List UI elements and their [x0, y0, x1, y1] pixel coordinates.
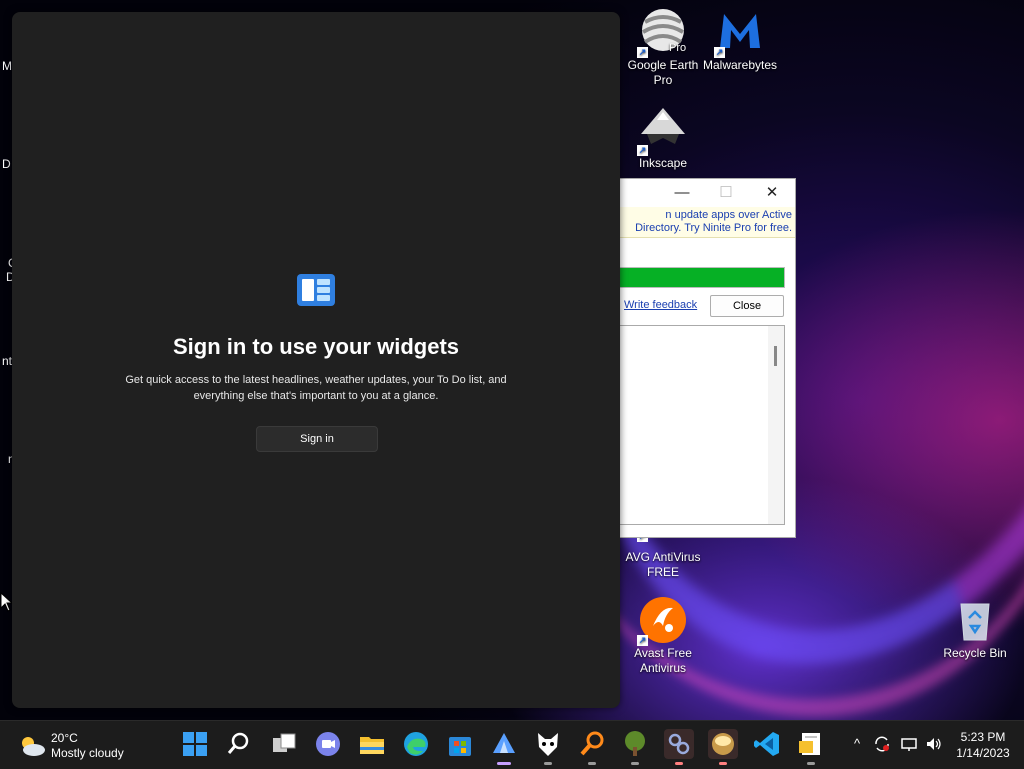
shortcut-arrow-icon: ↗	[637, 635, 648, 646]
fox-app-icon	[538, 733, 558, 756]
widgets-signin-description: Get quick access to the latest headlines…	[125, 374, 507, 402]
running-indicator	[719, 762, 727, 765]
tray-overflow-chevron[interactable]: ^	[848, 735, 866, 753]
cloudy-weather-icon	[22, 737, 45, 756]
install-progress-bar	[620, 267, 785, 288]
vscode-button[interactable]	[752, 729, 782, 759]
shortcut-arrow-icon: ↗	[637, 145, 648, 156]
minimize-button[interactable]: —	[672, 183, 692, 203]
desktop-icon-label: Recycle Bin	[943, 646, 1007, 660]
magnifier-app-icon	[580, 731, 604, 756]
inkscape-icon: ↗	[637, 106, 687, 156]
taskbar: 20°C Mostly cloudy ^ 5:23 PM 1/14/2023	[0, 720, 1024, 769]
search-icon	[227, 732, 249, 754]
pro-badge: Pro	[669, 42, 687, 54]
running-indicator	[631, 762, 639, 765]
desktop-icon-malwarebytes[interactable]: ↗ Malwarebytes	[700, 8, 780, 73]
widgets-panel: Sign in to use your widgets Get quick ac…	[12, 12, 620, 708]
banner-text: n update apps over Active Directory. Try…	[635, 209, 792, 234]
weather-widget[interactable]: 20°C Mostly cloudy	[18, 729, 138, 763]
task-view-icon	[273, 733, 296, 752]
clock-date: 1/14/2023	[956, 746, 1010, 760]
desktop-icon-recycle-bin[interactable]: Recycle Bin	[935, 596, 1015, 661]
widgets-logo-icon	[297, 274, 335, 306]
desktop-icon-label-partial: nt	[2, 354, 13, 368]
google-earth-icon: ↗ Pro	[637, 8, 687, 58]
volume-icon[interactable]	[925, 735, 943, 753]
active-indicator	[497, 762, 511, 765]
desktop-icon-google-earth-pro[interactable]: ↗ Pro Google Earth Pro	[623, 8, 703, 88]
edge-button[interactable]	[401, 729, 431, 759]
teams-chat-icon	[316, 732, 340, 756]
browser-button[interactable]	[708, 729, 738, 765]
browser-orb-icon	[712, 733, 734, 755]
store-button[interactable]	[445, 729, 475, 759]
desktop-icon-label-partial: D	[2, 157, 11, 171]
maximize-button[interactable]: ☐	[716, 183, 736, 203]
network-tool-icon	[668, 733, 690, 755]
network-icon[interactable]	[900, 735, 918, 753]
notepad-button[interactable]	[796, 729, 826, 765]
avast-icon: ↗	[637, 596, 687, 646]
desktop-icon-label-partial: M	[2, 59, 12, 73]
scrollbar-thumb[interactable]	[774, 346, 777, 366]
file-app-icon	[799, 733, 820, 755]
widgets-signin-title: Sign in to use your widgets	[172, 334, 460, 359]
malwarebytes-icon: ↗	[714, 8, 764, 58]
shortcut-arrow-icon: ↗	[637, 47, 648, 58]
ninite-pro-banner[interactable]: n update apps over Active Directory. Try…	[620, 207, 795, 238]
recycle-bin-icon	[951, 596, 999, 644]
desktop: M D C D nt n ↗ Pro Google Earth Pro ↗ Ma…	[0, 0, 1024, 720]
running-indicator	[807, 762, 815, 765]
everything-search-button[interactable]	[577, 729, 607, 765]
tree-app-button[interactable]	[620, 729, 650, 765]
foobar-button[interactable]	[533, 729, 563, 765]
desktop-icon-label: AVG AntiVirus FREE	[625, 550, 701, 579]
desktop-icon-inkscape[interactable]: ↗ Inkscape	[623, 106, 703, 171]
tree-icon	[625, 731, 645, 756]
task-view-button[interactable]	[269, 729, 299, 759]
install-log	[620, 325, 785, 525]
weather-condition: Mostly cloudy	[51, 746, 124, 760]
write-feedback-link[interactable]: Write feedback	[624, 299, 697, 311]
sync-icon[interactable]	[873, 735, 891, 753]
file-explorer-button[interactable]	[357, 729, 387, 759]
shortcut-arrow-icon: ↗	[714, 47, 725, 58]
chat-button[interactable]	[313, 729, 343, 759]
ninite-titlebar[interactable]: — ☐ ✕	[620, 179, 795, 207]
ninite-icon	[493, 733, 515, 753]
running-indicator	[675, 762, 683, 765]
running-indicator	[588, 762, 596, 765]
ninite-window: — ☐ ✕ n update apps over Active Director…	[620, 178, 796, 538]
folder-icon	[360, 737, 384, 754]
desktop-icon-label: Avast Free Antivirus	[634, 646, 692, 675]
desktop-icon-label: Google Earth Pro	[627, 58, 699, 87]
store-icon	[449, 737, 471, 756]
desktop-icon-label: Inkscape	[638, 156, 688, 170]
log-scrollbar[interactable]	[768, 326, 784, 524]
edge-browser-icon	[404, 732, 428, 756]
sign-in-button[interactable]: Sign in	[256, 426, 378, 452]
taskbar-clock[interactable]: 5:23 PM 1/14/2023	[950, 729, 1016, 761]
network-tool-button[interactable]	[664, 729, 694, 765]
desktop-icon-avast[interactable]: ↗ Avast Free Antivirus	[623, 596, 703, 676]
weather-temperature: 20°C	[51, 731, 78, 745]
start-button[interactable]	[180, 729, 210, 759]
mouse-cursor-icon	[0, 592, 12, 612]
ninite-taskbar-button[interactable]	[489, 729, 519, 765]
search-button[interactable]	[224, 729, 254, 759]
close-button[interactable]: Close	[710, 295, 784, 317]
windows-logo-icon	[183, 732, 207, 756]
vscode-icon	[754, 732, 779, 756]
clock-time: 5:23 PM	[960, 730, 1006, 744]
running-indicator	[544, 762, 552, 765]
window-close-button[interactable]: ✕	[762, 183, 782, 203]
desktop-icon-label: Malwarebytes	[702, 58, 778, 72]
